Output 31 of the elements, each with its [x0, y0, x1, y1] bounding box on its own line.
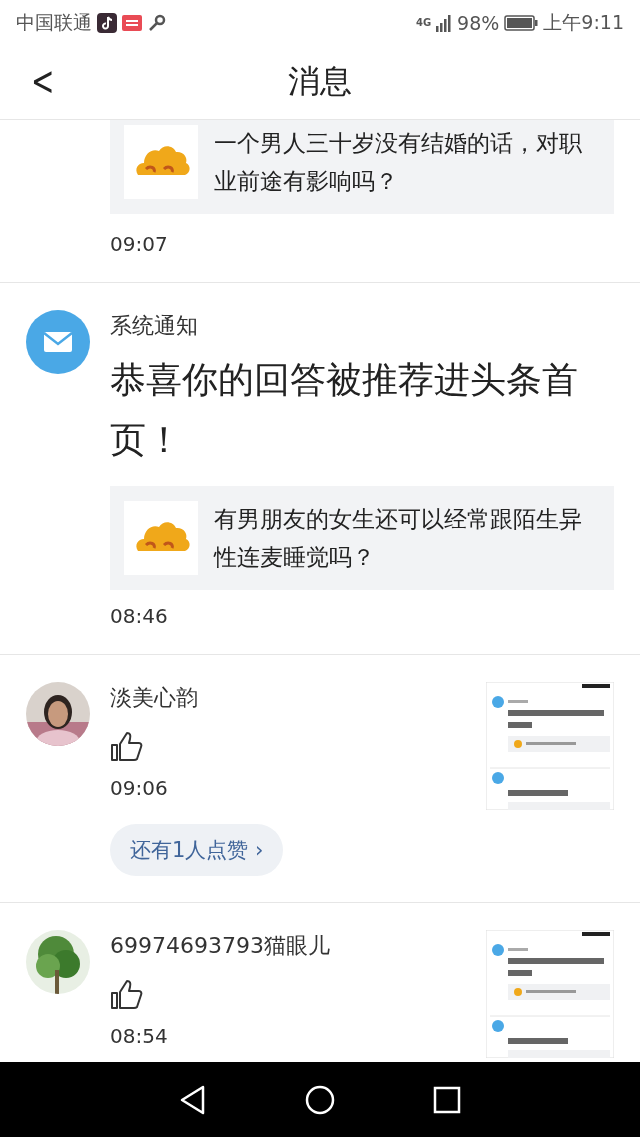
recents-nav-icon[interactable] — [433, 1085, 461, 1114]
message-time: 09:07 — [110, 232, 169, 256]
question-card[interactable]: 一个男人三十岁没有结婚的话，对职业前途有影响吗？ — [110, 120, 614, 214]
message-time: 08:54 — [110, 1024, 169, 1048]
sender-name: 淡美心韵 — [110, 684, 199, 712]
back-nav-icon[interactable] — [179, 1084, 207, 1115]
cloud-logo-icon — [124, 125, 198, 199]
home-nav-icon[interactable] — [305, 1084, 335, 1115]
signal-icon — [436, 13, 453, 32]
news-app-icon — [122, 14, 142, 31]
carrier-name: 中国联通 — [16, 9, 92, 35]
network-type: 4G — [415, 17, 432, 28]
notification-text: 恭喜你的回答被推荐进头条首页！ — [110, 358, 579, 462]
question-text: 一个男人三十岁没有结婚的话，对职业前途有影响吗？ — [214, 129, 583, 196]
sender-name: 系统通知 — [110, 312, 199, 340]
music-app-icon — [97, 12, 117, 33]
battery-percent: 98% — [457, 11, 500, 34]
thumbs-up-icon — [110, 730, 144, 762]
cloud-logo-icon — [124, 501, 198, 575]
more-likes-button[interactable]: 还有1人点赞 › — [110, 824, 284, 876]
page-title: 消息 — [288, 61, 352, 102]
clock: 上午9:11 — [543, 9, 624, 35]
question-text: 有男朋友的女生还可以经常跟陌生异性连麦睡觉吗？ — [214, 505, 583, 572]
sender-name: 69974693793猫眼儿 — [110, 932, 331, 960]
message-time: 08:46 — [110, 604, 169, 628]
question-card[interactable]: 有男朋友的女生还可以经常跟陌生异性连麦睡觉吗？ — [110, 486, 614, 590]
thumbs-up-icon — [110, 978, 144, 1010]
message-time: 09:06 — [110, 776, 169, 800]
back-button[interactable]: < — [25, 57, 61, 105]
mail-icon — [26, 310, 90, 374]
battery-icon — [504, 14, 539, 31]
